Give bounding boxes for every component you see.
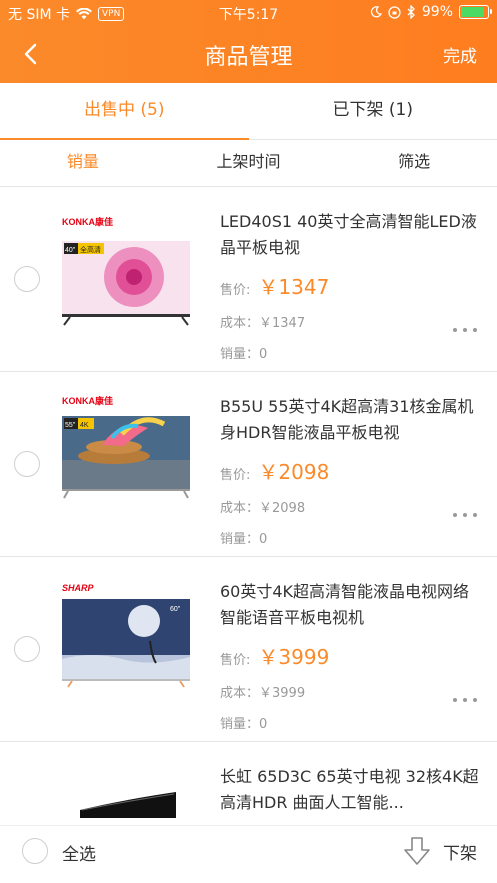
orientation-lock-icon	[388, 5, 401, 19]
select-all-label[interactable]: 全选	[62, 840, 96, 865]
price-label: 售价:	[220, 283, 251, 298]
download-arrow-icon	[404, 837, 430, 865]
product-sales: 0	[259, 532, 268, 547]
status-tabs: 出售中 (5) 已下架 (1)	[0, 83, 497, 140]
tab-off-shelf[interactable]: 已下架 (1)	[249, 83, 497, 139]
select-radio[interactable]	[14, 636, 40, 662]
sales-label: 销量：	[220, 532, 260, 547]
sales-label: 销量：	[220, 347, 260, 362]
cost-label: 成本：	[220, 316, 260, 331]
product-info: 长虹 65D3C 65英寸电视 32核4K超高清HDR 曲面人工智能...	[220, 764, 485, 816]
filter-button[interactable]: 筛选	[331, 140, 497, 186]
size-badge: 40"	[65, 247, 76, 254]
size-badge: 55"	[65, 422, 76, 429]
price-label: 售价:	[220, 653, 251, 668]
product-title: B55U 55英寸4K超高清31核金属机身HDR智能液晶平板电视	[220, 397, 474, 442]
product-info: 60英寸4K超高清智能液晶电视网络智能语音平板电视机 售价: ￥3999 成本：…	[220, 579, 485, 732]
sales-label: 销量：	[220, 717, 260, 732]
product-item[interactable]: SHARP 60" 60英寸4K超高清智能液晶电视网络智能语音平板电视机 售价:…	[0, 557, 497, 742]
product-price: ￥3999	[258, 645, 330, 669]
off-shelf-label: 下架	[443, 843, 477, 864]
tab-on-sale[interactable]: 出售中 (5)	[0, 83, 249, 140]
more-options-icon[interactable]	[453, 513, 477, 517]
product-image: SHARP 60"	[52, 575, 200, 723]
brand-logo: KONKA康佳	[62, 395, 113, 406]
status-bar: 无 SIM 卡 VPN 下午5:17 99%	[0, 0, 497, 26]
bluetooth-icon	[407, 5, 415, 19]
bottom-action-bar: 全选 下架	[0, 825, 497, 883]
product-title: LED40S1 40英寸全高清智能LED液晶平板电视	[220, 212, 477, 257]
product-list: KONKA康佳 40" 全高清 LED40S1 40英寸全高清智能LED液晶平板…	[0, 187, 497, 883]
page-title: 商品管理	[204, 45, 293, 70]
product-sales: 0	[259, 717, 268, 732]
product-title: 长虹 65D3C 65英寸电视 32核4K超高清HDR 曲面人工智能...	[220, 767, 479, 812]
done-button[interactable]: 完成	[443, 42, 477, 67]
product-cost: ￥2098	[259, 501, 306, 516]
product-info: B55U 55英寸4K超高清31核金属机身HDR智能液晶平板电视 售价: ￥20…	[220, 394, 485, 547]
brand-logo: SHARP	[62, 583, 95, 593]
product-item[interactable]: KONKA康佳 55" 4K B55U 55英寸4K超高清31核金属机身HDR智…	[0, 372, 497, 557]
product-cost: ￥3999	[259, 686, 306, 701]
app-header: 无 SIM 卡 VPN 下午5:17 99% 商品管理 完成	[0, 0, 497, 83]
cost-label: 成本：	[220, 686, 260, 701]
resolution-badge: 全高清	[80, 245, 101, 254]
product-cost: ￥1347	[259, 316, 306, 331]
select-radio[interactable]	[14, 451, 40, 477]
more-options-icon[interactable]	[453, 698, 477, 702]
brand-logo: KONKA康佳	[62, 216, 113, 227]
product-sales: 0	[259, 347, 268, 362]
product-item[interactable]: KONKA康佳 40" 全高清 LED40S1 40英寸全高清智能LED液晶平板…	[0, 187, 497, 372]
sort-bar: 销量 上架时间 筛选	[0, 140, 497, 187]
product-title: 60英寸4K超高清智能液晶电视网络智能语音平板电视机	[220, 582, 470, 627]
more-options-icon[interactable]	[453, 328, 477, 332]
product-image	[52, 760, 200, 820]
product-price: ￥1347	[258, 275, 330, 299]
battery-percent: 99%	[421, 4, 453, 20]
sort-by-listing-time[interactable]: 上架时间	[166, 140, 332, 186]
cost-label: 成本：	[220, 501, 260, 516]
resolution-badge: 4K	[80, 422, 89, 429]
product-image: KONKA康佳 55" 4K	[52, 390, 200, 538]
nav-bar: 商品管理 完成	[0, 26, 497, 83]
moon-icon	[370, 6, 382, 18]
off-shelf-button[interactable]: 下架	[403, 836, 477, 866]
product-image: KONKA康佳 40" 全高清	[52, 205, 200, 353]
size-badge: 60"	[170, 606, 181, 613]
battery-icon	[459, 5, 492, 19]
price-label: 售价:	[220, 468, 251, 483]
select-radio[interactable]	[14, 266, 40, 292]
sort-by-sales[interactable]: 销量	[0, 140, 166, 186]
product-price: ￥2098	[258, 460, 330, 484]
product-info: LED40S1 40英寸全高清智能LED液晶平板电视 售价: ￥1347 成本：…	[220, 209, 485, 362]
select-all-radio[interactable]	[22, 838, 48, 864]
